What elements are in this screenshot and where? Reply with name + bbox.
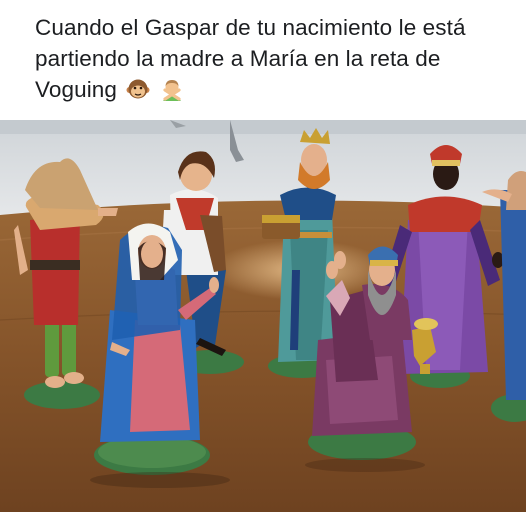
man-gesturing-no-emoji-icon bbox=[160, 77, 184, 109]
post-caption: Cuando el Gaspar de tu nacimiento le est… bbox=[0, 0, 526, 120]
nativity-photo bbox=[0, 120, 526, 512]
caption-text: Cuando el Gaspar de tu nacimiento le est… bbox=[35, 15, 466, 102]
meme-post: Cuando el Gaspar de tu nacimiento le est… bbox=[0, 0, 526, 512]
monkey-face-emoji-icon bbox=[126, 77, 150, 109]
nativity-scene bbox=[0, 120, 526, 512]
